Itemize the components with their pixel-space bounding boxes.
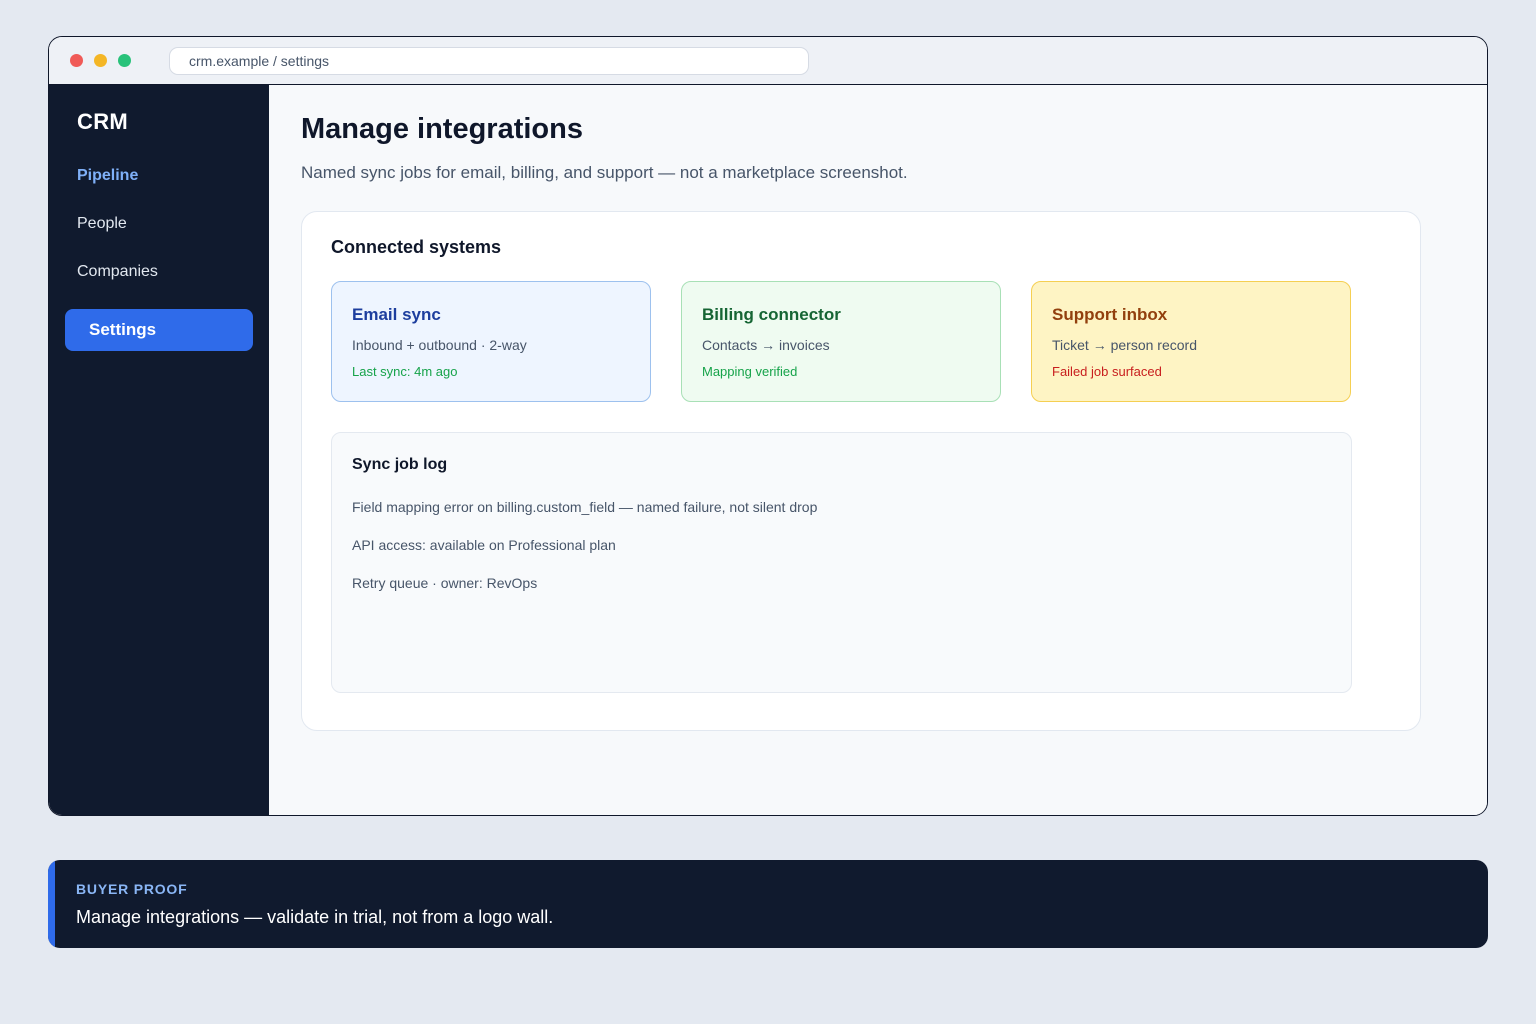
integration-card-email-sync[interactable]: Email sync Inbound + outbound · 2-way La… [331, 281, 651, 402]
integration-card-support-inbox[interactable]: Support inbox Ticket → person record Fai… [1031, 281, 1351, 402]
brand-logo: CRM [77, 109, 129, 134]
log-entry: Retry queue · owner: RevOps [352, 575, 538, 591]
sidebar-item-pipeline[interactable]: Pipeline [65, 155, 253, 197]
card-description: Ticket → person record [1052, 337, 1197, 353]
log-entry: Field mapping error on billing.custom_fi… [352, 499, 818, 515]
page-title: Manage integrations [301, 113, 583, 145]
close-window-button[interactable] [70, 54, 83, 67]
connected-systems-panel: Connected systems Email sync Inbound + o… [301, 211, 1421, 731]
browser-titlebar: crm.example / settings [49, 37, 1487, 85]
card-title: Billing connector [702, 305, 841, 324]
sidebar: CRM Pipeline People Companies Settings [49, 85, 269, 815]
log-entry: API access: available on Professional pl… [352, 537, 616, 553]
card-description: Contacts → invoices [702, 337, 830, 353]
browser-window: crm.example / settings CRM Pipeline Peop… [48, 36, 1488, 816]
sidebar-item-people[interactable]: People [65, 203, 253, 245]
panel-title: Connected systems [331, 237, 502, 257]
banner-kicker: BUYER PROOF [76, 881, 188, 897]
card-title: Support inbox [1052, 305, 1168, 324]
card-description: Inbound + outbound · 2-way [352, 337, 527, 353]
banner-text: Manage integrations — validate in trial,… [76, 907, 554, 927]
page-subtitle: Named sync jobs for email, billing, and … [301, 163, 908, 182]
card-status: Mapping verified [702, 364, 798, 379]
sync-job-log: Sync job log Field mapping error on bill… [331, 432, 1352, 693]
sidebar-item-settings[interactable]: Settings [65, 309, 253, 351]
log-title: Sync job log [352, 456, 448, 473]
minimize-window-button[interactable] [94, 54, 107, 67]
integration-card-billing-connector[interactable]: Billing connector Contacts → invoices Ma… [681, 281, 1001, 402]
banner-accent-bar [48, 860, 55, 948]
card-title: Email sync [352, 305, 441, 324]
main-content: Manage integrations Named sync jobs for … [269, 85, 1487, 815]
card-status: Last sync: 4m ago [352, 364, 458, 379]
maximize-window-button[interactable] [118, 54, 131, 67]
card-status: Failed job surfaced [1052, 364, 1162, 379]
buyer-proof-banner: BUYER PROOF Manage integrations — valida… [48, 860, 1488, 948]
sidebar-item-companies[interactable]: Companies [65, 251, 253, 293]
address-bar[interactable]: crm.example / settings [169, 47, 809, 75]
